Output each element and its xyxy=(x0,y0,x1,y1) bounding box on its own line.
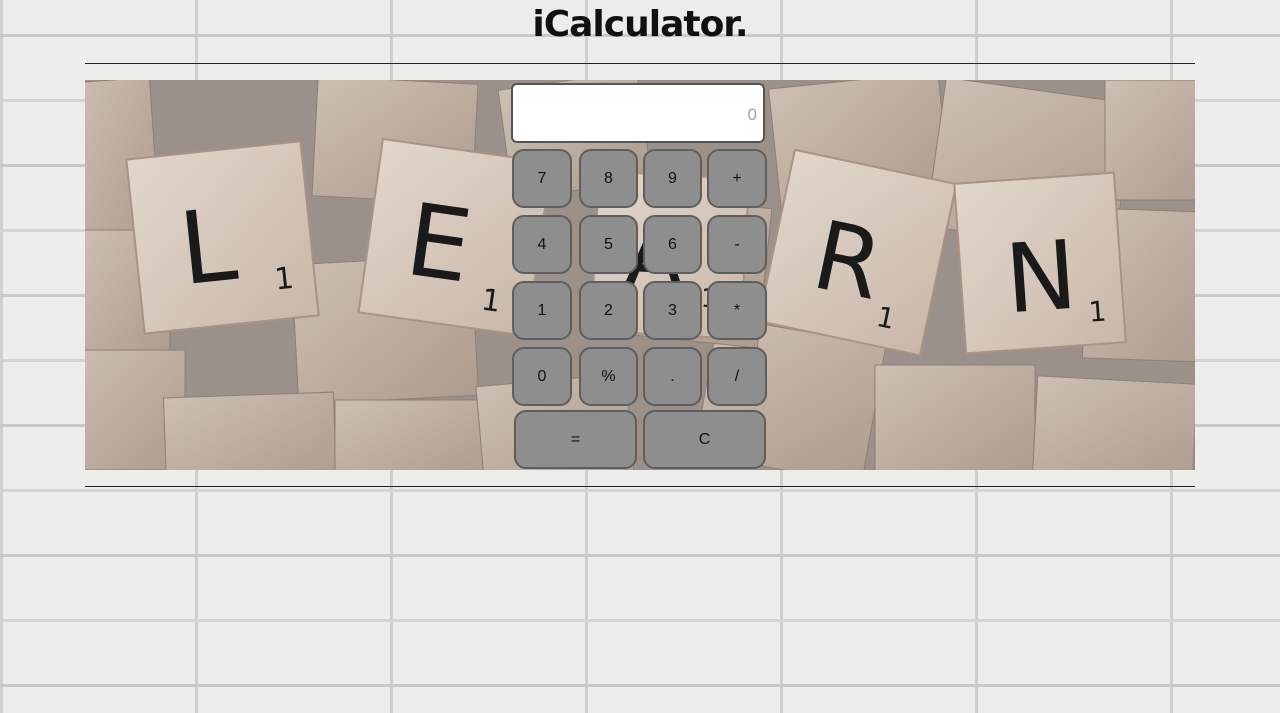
tile-letter: N xyxy=(1002,221,1081,336)
bottom-divider xyxy=(85,486,1195,487)
page-title: iCalculator. xyxy=(532,4,748,45)
key-7[interactable]: 7 xyxy=(512,149,572,208)
plus-button[interactable]: + xyxy=(707,149,767,208)
percent-button[interactable]: % xyxy=(579,347,638,406)
key-5[interactable]: 5 xyxy=(579,215,638,274)
multiply-button[interactable]: * xyxy=(707,281,767,340)
key-8[interactable]: 8 xyxy=(579,149,638,208)
key-6[interactable]: 6 xyxy=(643,215,702,274)
tile-n: N 1 xyxy=(953,171,1127,355)
key-3[interactable]: 3 xyxy=(643,281,702,340)
equals-button[interactable]: = xyxy=(514,410,637,469)
key-2[interactable]: 2 xyxy=(579,281,638,340)
key-9[interactable]: 9 xyxy=(643,149,702,208)
top-divider xyxy=(85,63,1195,64)
key-0[interactable]: 0 xyxy=(512,347,572,406)
key-4[interactable]: 4 xyxy=(512,215,572,274)
clear-button[interactable]: C xyxy=(643,410,766,469)
tile-l: L 1 xyxy=(125,140,320,335)
tile-points: 1 xyxy=(273,261,296,298)
tile-points: 1 xyxy=(1087,295,1107,329)
tile-r: R 1 xyxy=(757,148,958,357)
minus-button[interactable]: - xyxy=(707,215,767,274)
calculator-display[interactable]: 0 xyxy=(511,83,765,143)
decimal-button[interactable]: . xyxy=(643,347,702,406)
divide-button[interactable]: / xyxy=(707,347,767,406)
key-1[interactable]: 1 xyxy=(512,281,572,340)
